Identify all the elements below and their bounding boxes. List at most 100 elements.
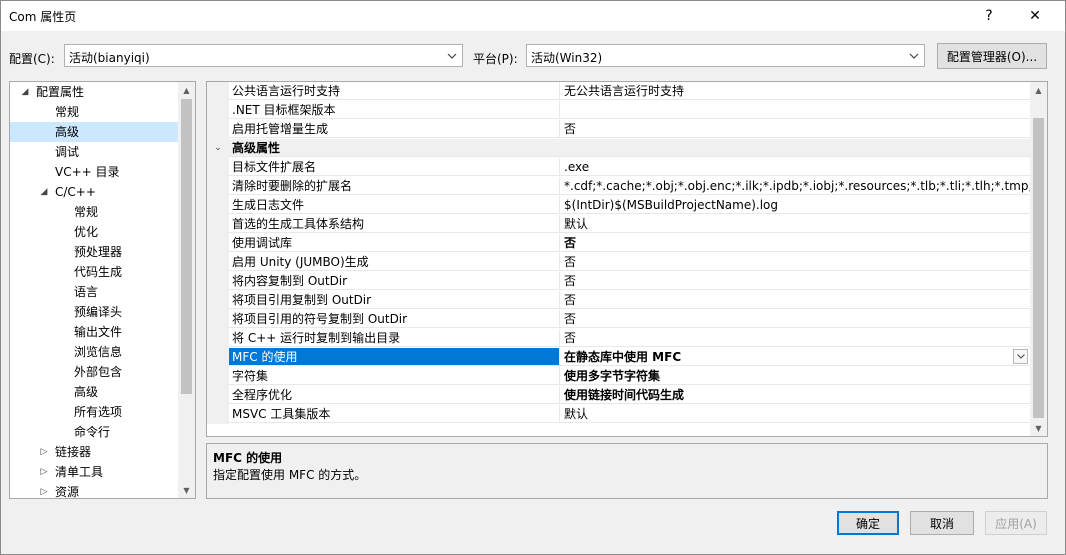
scroll-up-icon[interactable]: ▲ <box>1030 82 1047 98</box>
property-value[interactable]: 否 <box>560 234 1030 252</box>
configuration-manager-button[interactable]: 配置管理器(O)... <box>937 43 1047 69</box>
property-name[interactable]: 启用托管增量生成 <box>229 120 560 138</box>
collapsed-icon[interactable]: ▷ <box>39 462 49 482</box>
property-name[interactable]: 高级属性 <box>229 139 560 157</box>
property-name[interactable]: 字符集 <box>229 367 560 385</box>
property-row[interactable]: 启用托管增量生成否 <box>207 120 1030 139</box>
property-row[interactable]: 公共语言运行时支持 无公共语言运行时支持 <box>207 82 1030 101</box>
tree-item[interactable]: ▷ 资源 <box>10 482 180 498</box>
property-value[interactable]: $(IntDir)$(MSBuildProjectName).log <box>560 196 1030 214</box>
tree-item[interactable]: 预处理器 <box>10 242 180 262</box>
property-row[interactable]: 使用调试库否 <box>207 234 1030 253</box>
tree-item[interactable]: 调试 <box>10 142 180 162</box>
platform-combo[interactable]: 活动(Win32) <box>526 44 925 67</box>
property-value[interactable]: 默认 <box>560 215 1030 233</box>
property-row[interactable]: 首选的生成工具体系结构 默认 <box>207 215 1030 234</box>
property-value[interactable]: 否 <box>560 272 1030 290</box>
property-value[interactable]: 使用链接时间代码生成 <box>560 386 1030 404</box>
property-row[interactable]: 将内容复制到 OutDir 否 <box>207 272 1030 291</box>
property-name[interactable]: 清除时要删除的扩展名 <box>229 177 560 195</box>
tree-item[interactable]: 常规 <box>10 202 180 222</box>
property-value[interactable]: 使用多字节字符集 <box>560 367 1030 385</box>
property-value[interactable]: 否 <box>560 329 1030 347</box>
property-row[interactable]: MFC 的使用 在静态库中使用 MFC <box>207 348 1030 367</box>
tree-item[interactable]: 语言 <box>10 282 180 302</box>
tree-item[interactable]: VC++ 目录 <box>10 162 180 182</box>
value-dropdown-icon[interactable] <box>1013 349 1028 364</box>
property-row[interactable]: 启用 Unity (JUMBO)生成否 <box>207 253 1030 272</box>
property-row[interactable]: 目标文件扩展名 .exe <box>207 158 1030 177</box>
tree-item[interactable]: ▷ 清单工具 <box>10 462 180 482</box>
tree-item[interactable]: 优化 <box>10 222 180 242</box>
property-value[interactable]: 无公共语言运行时支持 <box>560 82 1030 100</box>
scroll-up-icon[interactable]: ▲ <box>178 82 195 98</box>
grid-scrollbar[interactable]: ▲ ▼ <box>1030 82 1047 436</box>
property-value[interactable]: 在静态库中使用 MFC <box>560 348 1030 366</box>
cancel-button[interactable]: 取消 <box>910 511 974 535</box>
property-name[interactable]: 将项目引用复制到 OutDir <box>229 291 560 309</box>
tree-item[interactable]: 浏览信息 <box>10 342 180 362</box>
help-button[interactable]: ? <box>967 1 1011 31</box>
tree-scroll-thumb[interactable] <box>181 99 192 394</box>
configuration-combo[interactable]: 活动(bianyiqi) <box>64 44 463 67</box>
property-name[interactable]: 将项目引用的符号复制到 OutDir <box>229 310 560 328</box>
tree-item[interactable]: 输出文件 <box>10 322 180 342</box>
property-value[interactable] <box>560 101 1030 119</box>
property-name[interactable]: 目标文件扩展名 <box>229 158 560 176</box>
expanded-icon[interactable]: ◢ <box>20 82 30 102</box>
tree-item[interactable]: ◢ 配置属性 <box>10 82 180 102</box>
property-name[interactable]: 首选的生成工具体系结构 <box>229 215 560 233</box>
tree-item[interactable]: 常规 <box>10 102 180 122</box>
close-button[interactable]: ✕ <box>1013 1 1057 31</box>
property-row[interactable]: 生成日志文件 $(IntDir)$(MSBuildProjectName).log <box>207 196 1030 215</box>
property-name[interactable]: .NET 目标框架版本 <box>229 101 560 119</box>
property-name[interactable]: 将内容复制到 OutDir <box>229 272 560 290</box>
property-value[interactable]: 否 <box>560 310 1030 328</box>
property-name[interactable]: 全程序优化 <box>229 386 560 404</box>
property-name[interactable]: 将 C++ 运行时复制到输出目录 <box>229 329 560 347</box>
property-row[interactable]: 将项目引用的符号复制到 OutDir 否 <box>207 310 1030 329</box>
tree-item-label: C/C++ <box>55 185 96 199</box>
tree-item[interactable]: 高级 <box>10 382 180 402</box>
property-name[interactable]: MFC 的使用 <box>229 348 560 366</box>
property-value[interactable]: 否 <box>560 120 1030 138</box>
tree-item[interactable]: 命令行 <box>10 422 180 442</box>
tree-item[interactable]: 所有选项 <box>10 402 180 422</box>
ok-button[interactable]: 确定 <box>837 511 899 535</box>
property-value[interactable]: 否 <box>560 291 1030 309</box>
collapsed-icon[interactable]: ▷ <box>39 482 49 498</box>
property-row[interactable]: 清除时要删除的扩展名 *.cdf;*.cache;*.obj;*.obj.enc;… <box>207 177 1030 196</box>
property-value[interactable]: 默认 <box>560 405 1030 423</box>
property-name[interactable]: 启用 Unity (JUMBO)生成 <box>229 253 560 271</box>
tree-item[interactable]: ◢ C/C++ <box>10 182 180 202</box>
collapse-icon[interactable]: ⌄ <box>207 139 229 158</box>
expanded-icon[interactable]: ◢ <box>39 182 49 202</box>
property-row[interactable]: 全程序优化 使用链接时间代码生成 <box>207 386 1030 405</box>
grid-scroll-thumb[interactable] <box>1033 118 1044 418</box>
property-row[interactable]: .NET 目标框架版本 <box>207 101 1030 120</box>
tree-item-label: 浏览信息 <box>74 345 123 359</box>
property-name[interactable]: MSVC 工具集版本 <box>229 405 560 423</box>
grid-category-row[interactable]: ⌄ 高级属性 <box>207 139 1030 158</box>
scroll-down-icon[interactable]: ▼ <box>178 482 195 498</box>
tree-item[interactable]: 高级 <box>10 122 180 142</box>
tree-scrollbar[interactable]: ▲ ▼ <box>178 82 195 498</box>
tree-item[interactable]: 外部包含 <box>10 362 180 382</box>
tree-item[interactable]: 预编译头 <box>10 302 180 322</box>
tree-item[interactable]: ▷ 链接器 <box>10 442 180 462</box>
property-row[interactable]: 字符集 使用多字节字符集 <box>207 367 1030 386</box>
property-name[interactable]: 使用调试库 <box>229 234 560 252</box>
property-name[interactable]: 公共语言运行时支持 <box>229 82 560 100</box>
property-row[interactable]: 将 C++ 运行时复制到输出目录否 <box>207 329 1030 348</box>
property-row[interactable]: MSVC 工具集版本 默认 <box>207 405 1030 424</box>
scroll-down-icon[interactable]: ▼ <box>1030 420 1047 436</box>
collapsed-icon[interactable]: ▷ <box>39 442 49 462</box>
tree-item[interactable]: 代码生成 <box>10 262 180 282</box>
apply-button[interactable]: 应用(A) <box>985 511 1047 535</box>
property-row[interactable]: 将项目引用复制到 OutDir 否 <box>207 291 1030 310</box>
row-margin <box>207 82 229 101</box>
property-value[interactable]: 否 <box>560 253 1030 271</box>
property-value[interactable]: *.cdf;*.cache;*.obj;*.obj.enc;*.ilk;*.ip… <box>560 177 1030 195</box>
property-name[interactable]: 生成日志文件 <box>229 196 560 214</box>
property-value[interactable]: .exe <box>560 158 1030 176</box>
